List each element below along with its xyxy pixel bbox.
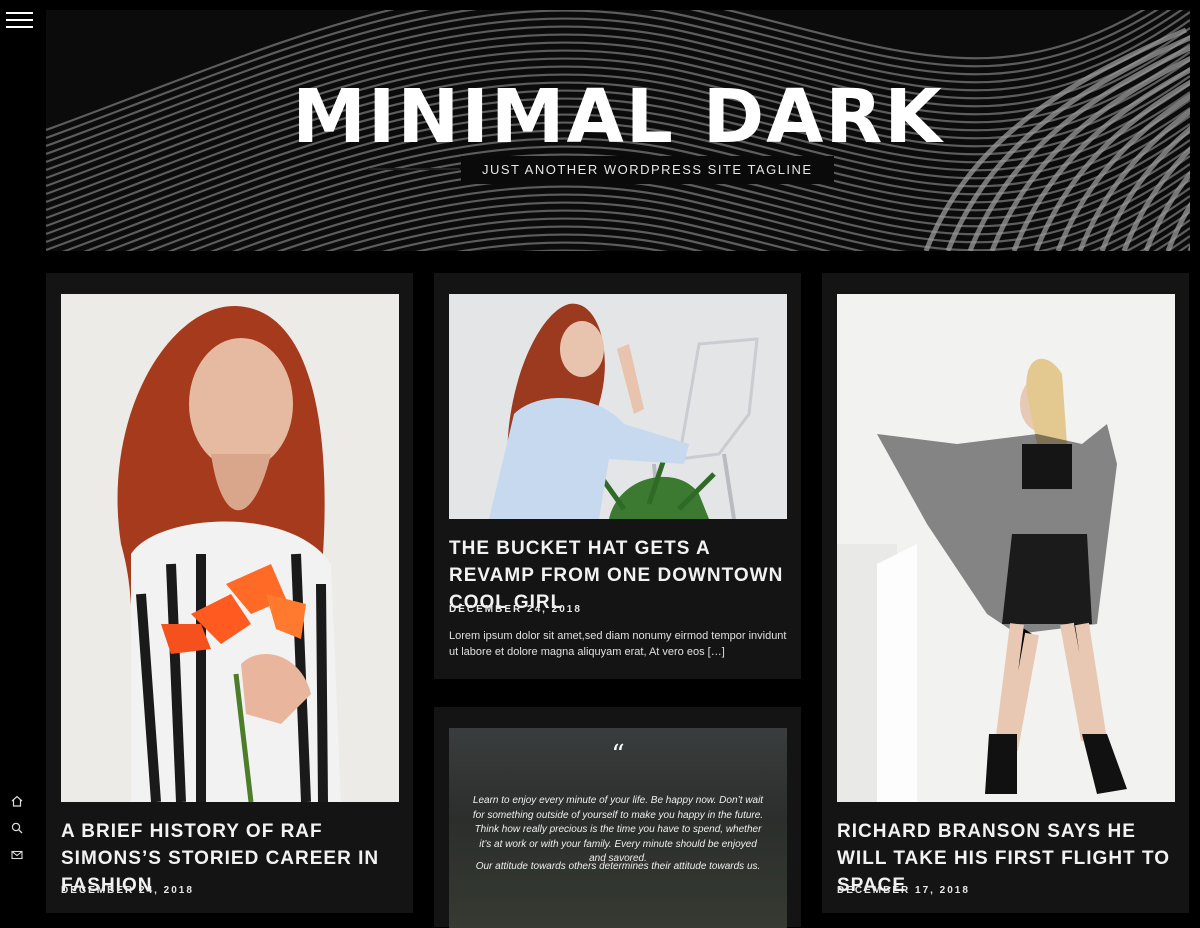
- site-tagline: JUST ANOTHER WORDPRESS SITE TAGLINE: [461, 156, 834, 184]
- quote-block: “ Learn to enjoy every minute of your li…: [449, 728, 787, 928]
- search-icon[interactable]: [10, 821, 24, 835]
- home-icon[interactable]: [10, 794, 24, 808]
- sidebar-icons: [10, 794, 26, 875]
- mail-icon[interactable]: [10, 848, 24, 862]
- post-card: A BRIEF HISTORY OF RAF SIMONS’S STORIED …: [46, 273, 413, 913]
- quote-text: Learn to enjoy every minute of your life…: [472, 795, 764, 864]
- post-date: DECEMBER 17, 2018: [837, 885, 970, 896]
- post-image[interactable]: [61, 294, 399, 802]
- quote-attribution: Our attitude towards others determines t…: [475, 861, 761, 872]
- site-header: MINIMAL DARK JUST ANOTHER WORDPRESS SITE…: [46, 10, 1190, 251]
- post-date: DECEMBER 24, 2018: [61, 885, 194, 896]
- tagline-divider: [368, 168, 460, 170]
- post-card: THE BUCKET HAT GETS A REVAMP FROM ONE DO…: [434, 273, 801, 679]
- quote-icon: “: [611, 740, 625, 770]
- post-date: DECEMBER 24, 2018: [449, 604, 582, 615]
- post-image[interactable]: [837, 294, 1175, 802]
- menu-icon[interactable]: [6, 12, 33, 30]
- quote-card: “ Learn to enjoy every minute of your li…: [434, 707, 801, 928]
- post-excerpt: Lorem ipsum dolor sit amet,sed diam nonu…: [449, 630, 787, 658]
- post-image[interactable]: [449, 294, 787, 519]
- post-card: RICHARD BRANSON SAYS HE WILL TAKE HIS FI…: [822, 273, 1189, 913]
- site-title[interactable]: MINIMAL DARK: [46, 80, 1190, 154]
